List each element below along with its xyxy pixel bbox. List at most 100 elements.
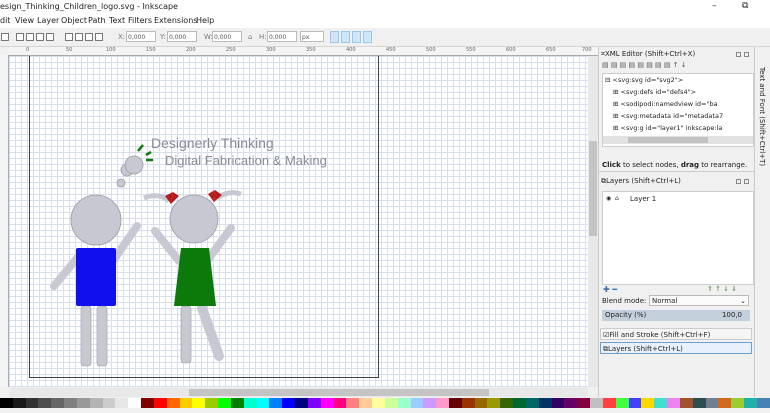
palette-swatch[interactable] xyxy=(38,398,52,408)
palette-swatch[interactable] xyxy=(230,398,244,408)
palette-swatch[interactable] xyxy=(602,398,616,408)
palette-swatch[interactable] xyxy=(0,398,13,408)
palette-swatch[interactable] xyxy=(641,398,655,408)
logo-artwork[interactable]: Designerly Thinking Digital Fabrication … xyxy=(9,56,588,387)
palette-swatch[interactable] xyxy=(410,398,424,408)
xml-node[interactable]: ⊟ <svg:svg id="svg2"> xyxy=(605,76,683,84)
palette-swatch[interactable] xyxy=(89,398,103,408)
color-palette[interactable] xyxy=(0,398,770,413)
opacity-value[interactable]: 100,0 xyxy=(722,310,742,321)
palette-swatch[interactable] xyxy=(590,398,603,408)
layer-order-buttons[interactable]: ⇑ ↑ ↓ ⇓ xyxy=(707,285,737,293)
palette-swatch[interactable] xyxy=(76,398,90,408)
palette-swatch[interactable] xyxy=(615,398,629,408)
xml-node[interactable]: ⊞ <svg:defs id="defs4"> xyxy=(613,88,696,96)
palette-swatch[interactable] xyxy=(500,398,514,408)
snap-guides-icon[interactable] xyxy=(352,31,361,43)
layers-panel-tab[interactable]: ⧉Layers (Shift+Ctrl+L) xyxy=(600,342,752,354)
lock-icon[interactable]: ⌂ xyxy=(615,195,619,202)
layers-list[interactable]: ◉ ⌂ Layer 1 xyxy=(602,191,754,285)
menu-path[interactable]: Path xyxy=(88,16,106,25)
menu-layer[interactable]: Layer xyxy=(37,16,59,25)
raise-to-top-icon[interactable] xyxy=(65,33,73,41)
snap-others-icon[interactable] xyxy=(363,31,372,43)
palette-swatch[interactable] xyxy=(256,398,270,408)
rotate-cw-icon[interactable] xyxy=(26,33,34,41)
palette-swatch[interactable] xyxy=(282,398,296,408)
thought-bubble-small[interactable] xyxy=(116,178,126,188)
logo-text-line2[interactable]: Digital Fabrication & Making xyxy=(165,153,327,168)
palette-swatch[interactable] xyxy=(115,398,129,408)
palette-swatch[interactable] xyxy=(372,398,385,408)
palette-swatch[interactable] xyxy=(667,398,680,408)
palette-swatch[interactable] xyxy=(487,398,501,408)
vertical-scrollbar[interactable] xyxy=(588,56,598,387)
palette-swatch[interactable] xyxy=(423,398,437,408)
panel-close-icon[interactable] xyxy=(744,179,749,184)
palette-swatch[interactable] xyxy=(744,398,757,408)
palette-swatch[interactable] xyxy=(102,398,116,408)
palette-swatch[interactable] xyxy=(141,398,154,408)
h-input[interactable]: 0,000 xyxy=(267,31,297,42)
palette-swatch[interactable] xyxy=(564,398,578,408)
flip-vertical-icon[interactable] xyxy=(46,33,54,41)
select-all-icon[interactable] xyxy=(1,33,9,41)
minimize-button[interactable]: – xyxy=(712,1,717,11)
layers-panel-title[interactable]: ⧉Layers (Shift+Ctrl+L) xyxy=(601,177,681,186)
palette-swatch[interactable] xyxy=(628,398,642,408)
palette-swatch[interactable] xyxy=(474,398,488,408)
palette-swatch[interactable] xyxy=(731,398,745,408)
layer-name[interactable]: Layer 1 xyxy=(630,195,656,203)
palette-swatch[interactable] xyxy=(513,398,526,408)
xml-tree-hscroll-thumb[interactable] xyxy=(628,137,708,143)
text-font-side-tab[interactable]: Text and Font (Shift+Ctrl+T) xyxy=(758,67,766,166)
xml-editor-title[interactable]: ⌗XML Editor (Shift+Ctrl+X) xyxy=(601,50,695,59)
restore-button[interactable]: ⧉ xyxy=(742,1,748,11)
palette-swatch[interactable] xyxy=(718,398,732,408)
girl-figure[interactable] xyxy=(143,190,242,364)
panel-detach-icon[interactable] xyxy=(736,179,741,184)
palette-swatch[interactable] xyxy=(12,398,26,408)
snap-nodes-icon[interactable] xyxy=(341,31,350,43)
palette-swatch[interactable] xyxy=(538,398,552,408)
vertical-scroll-thumb[interactable] xyxy=(589,141,597,236)
palette-swatch[interactable] xyxy=(192,398,206,408)
palette-swatch[interactable] xyxy=(679,398,693,408)
palette-swatch[interactable] xyxy=(64,398,77,408)
unit-select[interactable]: px xyxy=(300,31,324,42)
panel-close-icon[interactable] xyxy=(744,52,749,57)
lock-icon[interactable]: ⌂ xyxy=(248,33,252,41)
eye-icon[interactable]: ◉ xyxy=(606,195,611,202)
rotate-ccw-icon[interactable] xyxy=(16,33,24,41)
flip-horizontal-icon[interactable] xyxy=(36,33,44,41)
menu-filters[interactable]: Filters xyxy=(128,16,152,25)
palette-swatch[interactable] xyxy=(166,398,180,408)
palette-swatch[interactable] xyxy=(243,398,257,408)
horizontal-scroll-thumb[interactable] xyxy=(189,389,489,396)
horizontal-scrollbar[interactable] xyxy=(9,388,588,397)
boy-shirt[interactable] xyxy=(76,248,116,306)
boy-head[interactable] xyxy=(70,194,122,246)
green-spark-1[interactable] xyxy=(137,144,144,152)
snap-bbox-icon[interactable] xyxy=(330,31,339,43)
palette-swatch[interactable] xyxy=(128,398,142,408)
xml-node[interactable]: ⊞ <svg:g id="layer1" inkscape:la xyxy=(613,124,722,132)
palette-swatch[interactable] xyxy=(692,398,706,408)
palette-swatch[interactable] xyxy=(153,398,167,408)
palette-swatch[interactable] xyxy=(25,398,39,408)
logo-text-line1[interactable]: Designerly Thinking xyxy=(151,135,274,151)
xml-toolbar[interactable]: ▤ ▤ ▤ ▤ ▤ ▤ ▤ ▤ ↑ ↓ xyxy=(602,61,687,69)
palette-swatch[interactable] xyxy=(295,398,308,408)
drawing-canvas[interactable]: Designerly Thinking Digital Fabrication … xyxy=(9,56,588,387)
fill-stroke-panel-tab[interactable]: ☑Fill and Stroke (Shift+Ctrl+F) xyxy=(600,328,752,340)
palette-swatch[interactable] xyxy=(333,398,347,408)
w-input[interactable]: 0,000 xyxy=(212,31,242,42)
layer-row[interactable]: ◉ ⌂ Layer 1 xyxy=(603,194,753,205)
palette-swatch[interactable] xyxy=(51,398,65,408)
menu-view[interactable]: View xyxy=(15,16,34,25)
girl-pigtail-left[interactable] xyxy=(143,193,171,203)
palette-swatch[interactable] xyxy=(436,398,449,408)
palette-swatch[interactable] xyxy=(397,398,411,408)
palette-swatch[interactable] xyxy=(756,398,770,408)
palette-swatch[interactable] xyxy=(461,398,475,408)
